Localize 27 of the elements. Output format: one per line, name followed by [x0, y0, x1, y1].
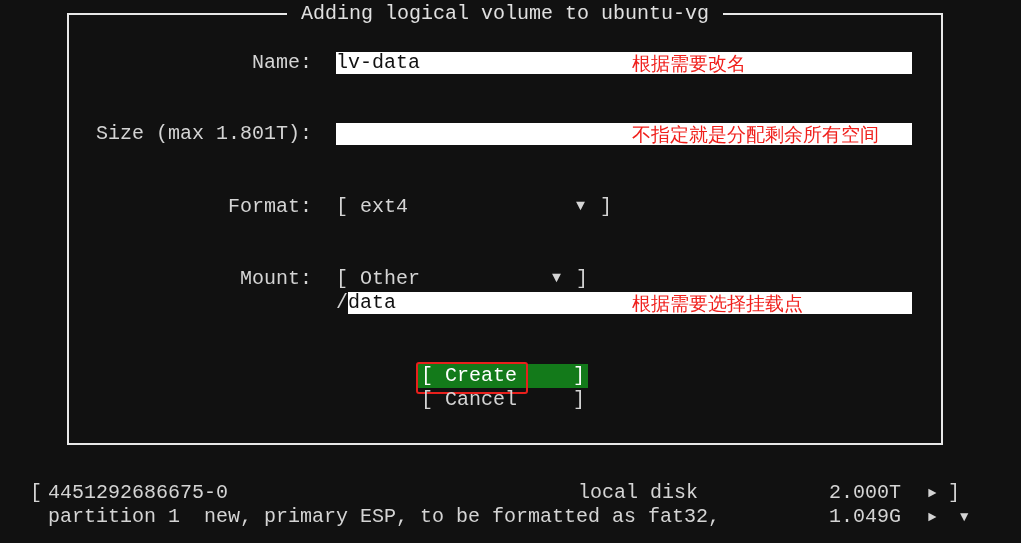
- bracket-text: [: [30, 481, 43, 505]
- dropdown[interactable]: [ Other ▼ ]: [336, 267, 588, 291]
- annotation-text: 不指定就是分配剩余所有空间: [632, 123, 879, 145]
- dialog-button[interactable]: [ Cancel ]: [418, 388, 588, 412]
- field-label: Size (max 1.801T):: [95, 122, 312, 145]
- bracket-text: ]: [948, 481, 960, 505]
- partition-name[interactable]: partition 1: [48, 505, 204, 529]
- dropdown[interactable]: [ ext4 ▼ ]: [336, 195, 612, 219]
- field-label: Name:: [252, 51, 312, 74]
- annotation-text: 根据需要选择挂载点: [632, 292, 803, 314]
- scroll-down-arrow: ▼: [960, 508, 969, 527]
- input-field[interactable]: lv-data 根据需要改名: [336, 52, 912, 74]
- expand-arrow[interactable]: ►: [928, 481, 948, 505]
- dialog-title: Adding logical volume to ubuntu-vg: [299, 2, 711, 26]
- disk-type: local disk: [578, 481, 700, 505]
- disk-name[interactable]: 4451292686675-0: [48, 481, 578, 505]
- input-field[interactable]: 不指定就是分配剩余所有空间: [336, 123, 912, 145]
- input-field[interactable]: data 根据需要选择挂载点: [348, 292, 912, 314]
- path-prefix: /: [336, 291, 348, 315]
- dialog-button[interactable]: [ Create ]: [418, 364, 588, 388]
- partition-size: 1.049G: [829, 505, 902, 529]
- disk-size: 2.000T: [829, 481, 902, 505]
- partition-description: new, primary ESP, to be formatted as fat32,: [204, 505, 722, 529]
- expand-arrow[interactable]: ►: [928, 505, 960, 529]
- annotation-text: 根据需要改名: [632, 52, 746, 74]
- field-label: Mount:: [240, 267, 312, 290]
- field-label: Format:: [228, 195, 312, 218]
